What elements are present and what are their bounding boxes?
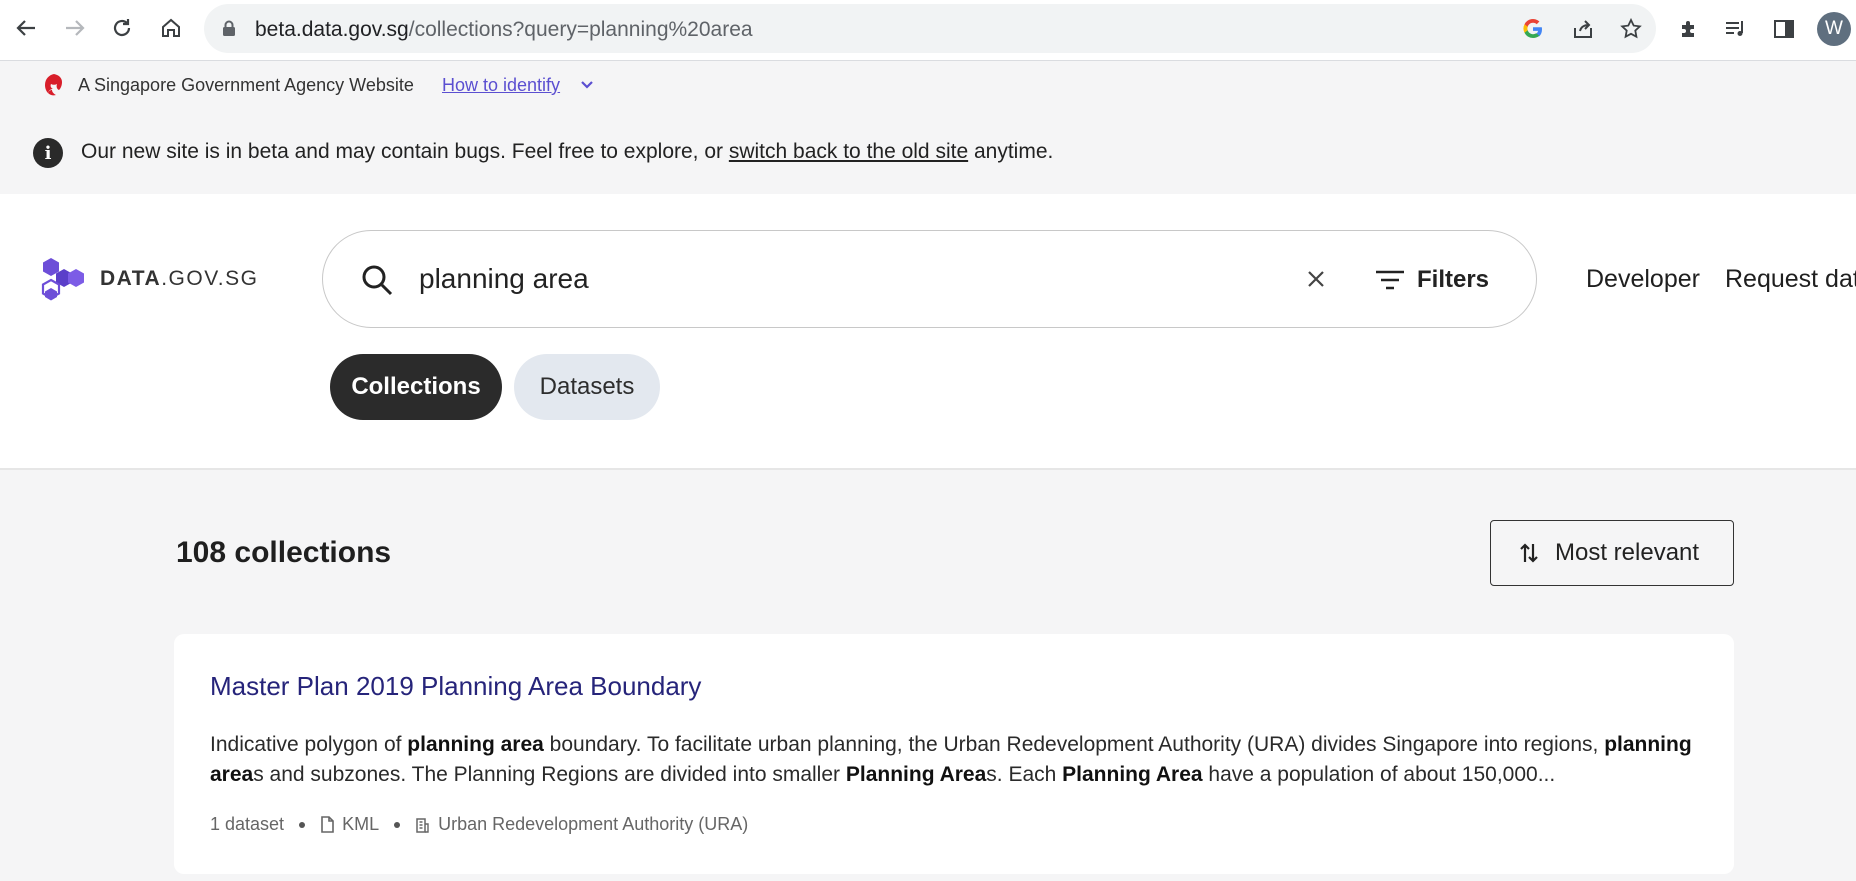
home-button[interactable] — [153, 10, 189, 46]
profile-avatar[interactable]: W — [1817, 12, 1851, 46]
description-text: s and subzones. The Planning Regions are… — [253, 763, 846, 786]
home-icon — [162, 18, 180, 37]
search-icon — [362, 265, 393, 296]
reload-button[interactable] — [104, 10, 140, 46]
beta-text-after: anytime. — [968, 140, 1054, 163]
url-text: beta.data.gov.sg/collections?query=plann… — [255, 18, 753, 41]
share-button[interactable] — [1570, 16, 1596, 42]
tab-datasets[interactable]: Datasets — [514, 354, 660, 420]
description-text: Indicative polygon of — [210, 733, 408, 756]
sort-dropdown-button[interactable]: Most relevant — [1490, 520, 1734, 586]
description-text: have a population of about 150,000... — [1202, 763, 1556, 786]
bookmark-button[interactable] — [1618, 16, 1644, 42]
google-lens-button[interactable] — [1520, 16, 1546, 42]
filter-lines-icon — [1376, 270, 1404, 290]
collection-description: Indicative polygon of planning area boun… — [210, 730, 1710, 790]
sort-label: Most relevant — [1555, 539, 1700, 566]
site-logo-text[interactable]: DATA.GOV.SG — [100, 267, 258, 291]
close-icon[interactable] — [1306, 269, 1326, 289]
extensions-button[interactable] — [1674, 14, 1704, 44]
masthead-text: A Singapore Government Agency Website — [78, 75, 414, 95]
google-icon — [1523, 18, 1542, 39]
separator-dot — [299, 821, 306, 828]
logo-rest-text: .GOV.SG — [161, 267, 259, 290]
sort-arrows-icon — [1520, 543, 1538, 563]
filters-label: Filters — [1417, 266, 1490, 293]
share-icon — [1574, 20, 1592, 38]
logo-bold-text: DATA — [100, 267, 162, 290]
highlighted-term: planning area — [407, 733, 544, 756]
agency-label: Urban Redevelopment Authority (URA) — [438, 814, 749, 834]
format-label: KML — [342, 814, 380, 834]
filters-button[interactable]: Filters — [1375, 261, 1489, 299]
puzzle-icon — [1682, 21, 1694, 37]
search-bar: Filters — [322, 230, 1537, 328]
search-input[interactable] — [419, 259, 1019, 299]
tab-collections[interactable]: Collections — [330, 354, 502, 420]
beta-text-before: Our new site is in beta and may contain … — [81, 140, 729, 163]
address-bar[interactable]: beta.data.gov.sg/collections?query=plann… — [204, 4, 1656, 53]
dataset-count: 1 dataset — [210, 814, 285, 834]
file-icon — [321, 816, 334, 833]
star-icon — [1620, 18, 1642, 39]
site-header: DATA.GOV.SG Filters Developer Request da… — [0, 194, 1856, 470]
nav-request-data-link[interactable]: Request dat — [1725, 265, 1856, 294]
media-button[interactable] — [1721, 14, 1751, 44]
reload-icon — [113, 19, 131, 37]
how-to-identify-link[interactable]: How to identify — [442, 75, 560, 96]
gov-masthead: A Singapore Government Agency Website Ho… — [0, 62, 1856, 110]
side-panel-button[interactable] — [1769, 14, 1799, 44]
lion-head-icon — [45, 74, 62, 96]
description-text: s. Each — [986, 763, 1063, 786]
chevron-down-icon[interactable] — [580, 80, 594, 90]
playlist-icon — [1726, 21, 1743, 36]
nav-developer-link[interactable]: Developer — [1586, 265, 1700, 294]
switch-old-site-link[interactable]: switch back to the old site — [729, 140, 968, 163]
back-button[interactable] — [8, 10, 44, 46]
description-text: boundary. To facilitate urban planning, … — [543, 733, 1605, 756]
beta-notice-banner: i Our new site is in beta and may contai… — [0, 110, 1856, 194]
building-icon — [416, 817, 429, 833]
forward-arrow-icon — [66, 20, 85, 36]
collection-title-link[interactable]: Master Plan 2019 Planning Area Boundary — [210, 671, 701, 702]
results-count: 108 collections — [176, 536, 392, 569]
lock-icon — [223, 20, 235, 36]
browser-toolbar: beta.data.gov.sg/collections?query=plann… — [0, 0, 1856, 61]
highlighted-term: Planning Area — [1062, 763, 1203, 786]
separator-dot — [394, 821, 401, 828]
side-panel-icon — [1774, 20, 1794, 38]
collection-card[interactable]: Master Plan 2019 Planning Area Boundary … — [174, 634, 1734, 874]
beta-notice-text: Our new site is in beta and may contain … — [81, 140, 1053, 164]
back-arrow-icon — [16, 20, 35, 36]
forward-button[interactable] — [57, 10, 93, 46]
collection-meta: 1 dataset KML Urban Redevelopment Author… — [210, 814, 748, 835]
hexagon-logo-icon[interactable] — [40, 256, 84, 302]
info-icon: i — [33, 138, 63, 168]
highlighted-term: Planning Area — [845, 763, 987, 786]
